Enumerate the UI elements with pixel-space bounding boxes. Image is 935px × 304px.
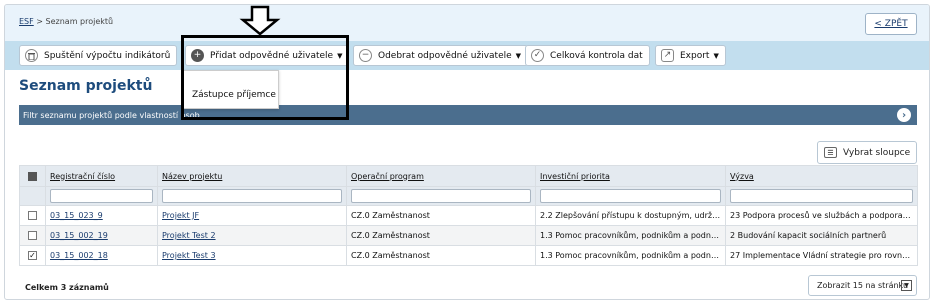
row-checkbox-checked[interactable]: ✓ (28, 251, 37, 260)
run-indicators-button[interactable]: Spuštění výpočtu indikátorů (19, 45, 178, 66)
filter-input-call[interactable] (730, 189, 913, 203)
top-bar: ESF > Seznam projektů < ZPĚT (5, 5, 929, 41)
table-row[interactable]: 03_15_023_9 Projekt JF CZ.0 Zaměstnanost… (19, 205, 918, 226)
breadcrumb: ESF > Seznam projektů (19, 17, 113, 26)
remove-users-label: Odebrat odpovědné uživatele (378, 50, 512, 61)
select-columns-label: Vybrat sloupce (843, 147, 911, 158)
breadcrumb-separator: > (33, 17, 46, 26)
reg-number-link[interactable]: 03_15_023_9 (45, 205, 158, 226)
filter-bar-label: Filtr seznamu projektů podle vlastností … (23, 110, 200, 120)
priority-cell: 2.2 Zlepšování přístupu k dostupným, udr… (535, 205, 726, 226)
remove-users-button[interactable]: − Odebrat odpovědné uživatele ▼ (353, 45, 529, 66)
column-header-priority[interactable]: Investiční priorita (535, 165, 726, 187)
down-arrow-icon (239, 5, 281, 36)
filter-input-program[interactable] (351, 189, 531, 203)
table-filter-row (19, 186, 918, 206)
call-cell: 23 Podpora procesů ve službách a podpora… (725, 205, 918, 226)
reg-number-link[interactable]: 03_15_002_18 (45, 245, 158, 266)
project-name-link[interactable]: Projekt JF (157, 205, 347, 226)
row-checkbox[interactable] (28, 211, 37, 220)
column-header-name[interactable]: Název projektu (157, 165, 347, 187)
program-cell: CZ.0 Zaměstnanost (346, 225, 536, 246)
export-label: Export (680, 50, 710, 61)
page-size-label: Zobrazit 15 na stránku (817, 281, 909, 290)
chevron-down-icon: ▼ (713, 51, 719, 60)
checkmark-icon: ✓ (531, 49, 544, 62)
total-count: Celkem 3 záznamů (25, 283, 109, 292)
export-icon: ↗ (661, 49, 674, 62)
add-users-button[interactable]: + Přidat odpovědné uživatele ▼ (185, 45, 350, 66)
menu-item-recipient-deputy[interactable]: Zástupce příjemce (192, 90, 276, 100)
toolbar: Spuštění výpočtu indikátorů + Přidat odp… (5, 41, 929, 70)
table-row[interactable]: ✓ 03_15_002_18 Projekt Test 3 CZ.0 Zaměs… (19, 245, 918, 266)
data-check-label: Celková kontrola dat (550, 50, 643, 61)
run-indicators-label: Spuštění výpočtu indikátorů (44, 50, 171, 61)
call-cell: 2 Budování kapacit sociálních partnerů (725, 225, 918, 246)
page-size-select[interactable]: Zobrazit 15 na stránku ▼ (808, 275, 917, 296)
filter-bar[interactable]: Filtr seznamu projektů podle vlastností … (19, 105, 917, 125)
add-users-label: Přidat odpovědné uživatele (210, 50, 334, 61)
select-columns-button[interactable]: ☰ Vybrat sloupce (817, 141, 917, 164)
page-title: Seznam projektů (19, 78, 153, 94)
minus-circle-icon: − (359, 49, 372, 62)
chevron-right-icon[interactable]: › (897, 108, 911, 122)
reg-number-link[interactable]: 03_15_002_19 (45, 225, 158, 246)
select-all-checkbox[interactable] (28, 171, 37, 181)
priority-cell: 1.3 Pomoc pracovníkům, podnikům a podnik… (535, 245, 726, 266)
columns-icon: ☰ (824, 147, 837, 158)
add-users-dropdown-menu: Zástupce příjemce (183, 70, 279, 109)
chevron-down-icon: ▼ (515, 51, 522, 60)
column-header-reg[interactable]: Registrační číslo (45, 165, 158, 187)
breadcrumb-root[interactable]: ESF (19, 17, 34, 26)
app-frame: ESF > Seznam projektů < ZPĚT Spuštění vý… (4, 4, 930, 300)
priority-cell: 1.3 Pomoc pracovníkům, podnikům a podnik… (535, 225, 726, 246)
call-cell: 27 Implementace Vládní strategie pro rov… (725, 245, 918, 266)
trash-icon (25, 49, 38, 62)
project-name-link[interactable]: Projekt Test 2 (157, 225, 347, 246)
projects-table: Registrační číslo Název projektu Operačn… (19, 165, 918, 266)
filter-input-name[interactable] (162, 189, 342, 203)
column-header-call[interactable]: Výzva (725, 165, 918, 187)
chevron-down-icon: ▼ (901, 280, 912, 291)
export-button[interactable]: ↗ Export ▼ (655, 45, 726, 66)
program-cell: CZ.0 Zaměstnanost (346, 245, 536, 266)
project-name-link[interactable]: Projekt Test 3 (157, 245, 347, 266)
filter-input-reg[interactable] (50, 189, 153, 203)
row-checkbox[interactable] (28, 231, 37, 240)
select-all-cell (19, 165, 46, 187)
breadcrumb-current: Seznam projektů (45, 17, 114, 26)
plus-circle-icon: + (191, 49, 204, 62)
table-row[interactable]: 03_15_002_19 Projekt Test 2 CZ.0 Zaměstn… (19, 225, 918, 246)
table-header-row: Registrační číslo Název projektu Operačn… (19, 165, 918, 187)
back-button[interactable]: < ZPĚT (865, 13, 917, 35)
program-cell: CZ.0 Zaměstnanost (346, 205, 536, 226)
data-check-button[interactable]: ✓ Celková kontrola dat (525, 45, 650, 66)
filter-input-priority[interactable] (540, 189, 721, 203)
chevron-down-icon: ▼ (337, 51, 343, 60)
column-header-program[interactable]: Operační program (346, 165, 536, 187)
